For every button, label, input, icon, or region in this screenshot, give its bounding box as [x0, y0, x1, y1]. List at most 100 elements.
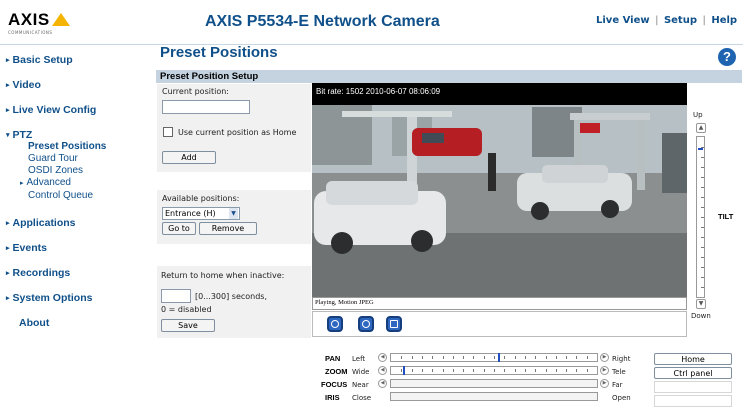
- zoom-tele-label: Tele: [612, 368, 626, 376]
- setup-link[interactable]: Setup: [664, 15, 697, 26]
- arrow-right-icon: ▸: [6, 82, 10, 89]
- link-separator: |: [702, 15, 706, 26]
- zoom-slider[interactable]: [390, 366, 598, 375]
- tilt-up-arrow-icon[interactable]: ▲: [696, 123, 706, 133]
- slider-tick: [701, 157, 704, 158]
- return-home-disabled-note: 0 = disabled: [161, 305, 212, 314]
- focus-near-arrow-icon[interactable]: ◀: [378, 379, 387, 388]
- logo-text: AXIS: [8, 10, 50, 29]
- pan-left-label: Left: [352, 355, 366, 363]
- sidebar-item-applications[interactable]: ▸ Applications: [6, 217, 76, 229]
- chevron-down-icon[interactable]: ▼: [229, 208, 238, 219]
- focus-slider[interactable]: [390, 379, 598, 388]
- video-status-text: Playing, Motion JPEG: [315, 299, 374, 306]
- slider-tick: [535, 356, 536, 359]
- return-home-range: [0...300] seconds,: [195, 292, 268, 301]
- arrow-right-icon: ▸: [6, 270, 10, 277]
- current-position-input[interactable]: [162, 100, 250, 114]
- axis-logo[interactable]: AXIS: [8, 10, 70, 30]
- sidebar-item-system-options[interactable]: ▸ System Options: [6, 292, 92, 304]
- pan-right-label: Right: [612, 355, 631, 363]
- slider-tick: [463, 356, 464, 359]
- slider-tick: [587, 356, 588, 359]
- slider-tick: [453, 369, 454, 372]
- slider-tick: [422, 356, 423, 359]
- sidebar-subitem-control-queue[interactable]: Control Queue: [28, 190, 93, 201]
- slider-tick: [453, 356, 454, 359]
- slider-tick: [701, 197, 704, 198]
- iris-slider[interactable]: [390, 392, 598, 401]
- zoom-wide-label: Wide: [352, 368, 370, 376]
- tilt-slider[interactable]: [696, 136, 705, 298]
- sidebar: ▸ Basic Setup ▸ Video ▸ Live View Config ▾ P…: [0, 45, 150, 412]
- focus-far-arrow-icon[interactable]: ▶: [600, 379, 609, 388]
- slider-tick: [432, 369, 433, 372]
- pan-right-arrow-icon[interactable]: ▶: [600, 353, 609, 362]
- slider-tick: [515, 369, 516, 372]
- arrow-right-icon: ▸: [6, 107, 10, 114]
- sidebar-item-live-view-config[interactable]: ▸ Live View Config: [6, 104, 96, 116]
- sidebar-subitem-advanced[interactable]: ▸ Advanced: [20, 177, 71, 188]
- sidebar-item-label: Events: [12, 242, 47, 254]
- return-home-input[interactable]: [161, 289, 191, 303]
- iris-close-label: Close: [352, 394, 372, 402]
- sidebar-item-events[interactable]: ▸ Events: [6, 242, 47, 254]
- slider-tick: [443, 369, 444, 372]
- slider-tick: [494, 356, 495, 359]
- sidebar-item-label: Basic Setup: [12, 54, 73, 66]
- sidebar-subitem-osdi-zones[interactable]: OSDI Zones: [28, 165, 83, 176]
- pan-label: PAN: [325, 354, 341, 363]
- slider-tick: [515, 356, 516, 359]
- slider-tick: [566, 369, 567, 372]
- product-title: AXIS P5534-E Network Camera: [205, 13, 440, 30]
- view-full-screen-button[interactable]: [386, 316, 402, 332]
- slider-tick: [566, 356, 567, 359]
- pan-left-arrow-icon[interactable]: ◀: [378, 353, 387, 362]
- ctrl-panel-button[interactable]: Ctrl panel: [654, 367, 732, 379]
- slider-tick: [473, 369, 474, 372]
- video-stream[interactable]: [312, 83, 687, 297]
- stop-button[interactable]: [327, 316, 343, 332]
- tilt-down-arrow-icon[interactable]: ▼: [696, 299, 706, 309]
- slider-tick: [443, 356, 444, 359]
- sidebar-item-label: Recordings: [12, 267, 71, 279]
- slider-tick: [484, 369, 485, 372]
- sidebar-item-about[interactable]: About: [19, 317, 49, 329]
- snapshot-button[interactable]: [358, 316, 374, 332]
- go-to-button[interactable]: Go to: [162, 222, 196, 235]
- slider-tick: [546, 369, 547, 372]
- save-button[interactable]: Save: [161, 319, 215, 332]
- focus-near-label: Near: [352, 381, 369, 389]
- slider-tick: [701, 217, 704, 218]
- slider-tick: [701, 167, 704, 168]
- slider-tick: [546, 356, 547, 359]
- sidebar-subitem-preset-positions[interactable]: Preset Positions: [28, 141, 106, 152]
- help-icon[interactable]: ?: [718, 48, 736, 66]
- focus-label: FOCUS: [321, 380, 348, 389]
- tilt-up-label: Up: [693, 111, 703, 119]
- arrow-right-icon: ▸: [20, 180, 24, 187]
- zoom-tele-arrow-icon[interactable]: ▶: [600, 366, 609, 375]
- zoom-wide-arrow-icon[interactable]: ◀: [378, 366, 387, 375]
- sidebar-item-video[interactable]: ▸ Video: [6, 79, 41, 91]
- slider-tick: [701, 257, 704, 258]
- logo-triangle-icon: [51, 13, 70, 26]
- sidebar-subitem-guard-tour[interactable]: Guard Tour: [28, 153, 78, 164]
- remove-button[interactable]: Remove: [199, 222, 257, 235]
- help-link[interactable]: Help: [711, 15, 737, 26]
- stop-icon: [331, 320, 339, 328]
- section-title: Preset Position Setup: [160, 71, 259, 82]
- add-button[interactable]: Add: [162, 151, 216, 164]
- sidebar-item-basic-setup[interactable]: ▸ Basic Setup: [6, 54, 73, 66]
- snapshot-icon: [362, 320, 370, 328]
- available-positions-select[interactable]: Entrance (H) ▼: [162, 207, 240, 220]
- slider-tick: [412, 356, 413, 359]
- sidebar-item-ptz[interactable]: ▾ PTZ: [6, 129, 32, 141]
- iris-open-label: Open: [612, 394, 631, 402]
- sidebar-item-recordings[interactable]: ▸ Recordings: [6, 267, 70, 279]
- live-view-link[interactable]: Live View: [596, 15, 650, 26]
- use-as-home-checkbox[interactable]: [163, 127, 173, 137]
- slider-tick: [576, 369, 577, 372]
- pan-slider[interactable]: [390, 353, 598, 362]
- home-button[interactable]: Home: [654, 353, 732, 365]
